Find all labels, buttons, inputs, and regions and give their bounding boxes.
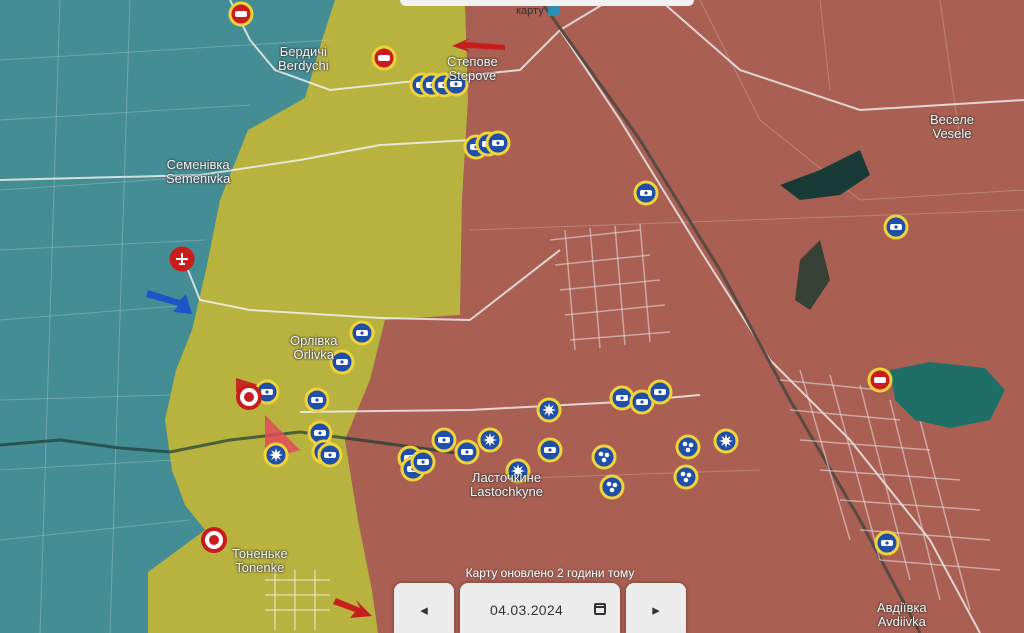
- place-label-semenivka: Семенівка Semenivka: [166, 157, 231, 186]
- date-picker[interactable]: 04.03.2024: [460, 583, 620, 633]
- unit-marker-icon[interactable]: [304, 387, 330, 413]
- unit-marker-icon[interactable]: [599, 474, 625, 500]
- next-date-button[interactable]: ▸: [626, 583, 686, 633]
- explosion-marker-icon[interactable]: [263, 442, 289, 468]
- update-status: Карту оновлено 2 години тому: [465, 566, 635, 580]
- calendar-icon[interactable]: [594, 603, 606, 615]
- unit-marker-icon[interactable]: [537, 437, 563, 463]
- prev-date-button[interactable]: ◂: [394, 583, 454, 633]
- unit-marker-icon[interactable]: [673, 464, 699, 490]
- map-canvas[interactable]: [0, 0, 1024, 633]
- red-target-icon[interactable]: [236, 384, 262, 410]
- unit-marker-icon[interactable]: [874, 530, 900, 556]
- map-tab-label: карту: [516, 5, 544, 17]
- unit-marker-icon[interactable]: [431, 427, 457, 453]
- place-label-stepove: Степове Stepove: [447, 54, 498, 83]
- unit-marker-icon[interactable]: [485, 130, 511, 156]
- explosion-marker-icon[interactable]: [713, 428, 739, 454]
- place-label-vesele: Веселе Vesele: [930, 112, 975, 141]
- place-label-orlivka: Орлівка Orlivka: [290, 333, 338, 362]
- unit-marker-icon[interactable]: [633, 180, 659, 206]
- unit-marker-icon[interactable]: [410, 449, 436, 475]
- book-icon: [547, 6, 560, 16]
- prev-arrow-icon: ◂: [420, 602, 428, 619]
- unit-marker-icon[interactable]: [317, 442, 343, 468]
- unit-marker-icon[interactable]: [675, 434, 701, 460]
- unit-marker-icon[interactable]: [609, 385, 635, 411]
- place-label-avdiivka: Авдіївка Avdiivka: [877, 600, 927, 629]
- explosion-marker-icon[interactable]: [536, 397, 562, 423]
- unit-marker-icon[interactable]: [647, 379, 673, 405]
- explosion-marker-icon[interactable]: [477, 427, 503, 453]
- next-arrow-icon: ▸: [652, 602, 660, 619]
- date-field[interactable]: 04.03.2024: [490, 602, 563, 618]
- red-target-icon[interactable]: [371, 45, 397, 71]
- red-target-icon[interactable]: [201, 527, 227, 553]
- unit-marker-icon[interactable]: [591, 444, 617, 470]
- unit-marker-icon[interactable]: [883, 214, 909, 240]
- unit-marker-icon[interactable]: [349, 320, 375, 346]
- place-label-berdychi: Бердичі Berdychi: [278, 44, 329, 73]
- place-label-lastochkyne: Ласточкине Lastochkyne: [470, 470, 543, 499]
- place-label-tonenke: Тоненьке Tonenke: [232, 546, 288, 575]
- red-target-icon[interactable]: [867, 367, 893, 393]
- red-target-icon[interactable]: [228, 1, 254, 27]
- airfield-icon[interactable]: [169, 246, 195, 272]
- unit-marker-icon[interactable]: [454, 439, 480, 465]
- map-tab[interactable]: карту: [516, 5, 560, 17]
